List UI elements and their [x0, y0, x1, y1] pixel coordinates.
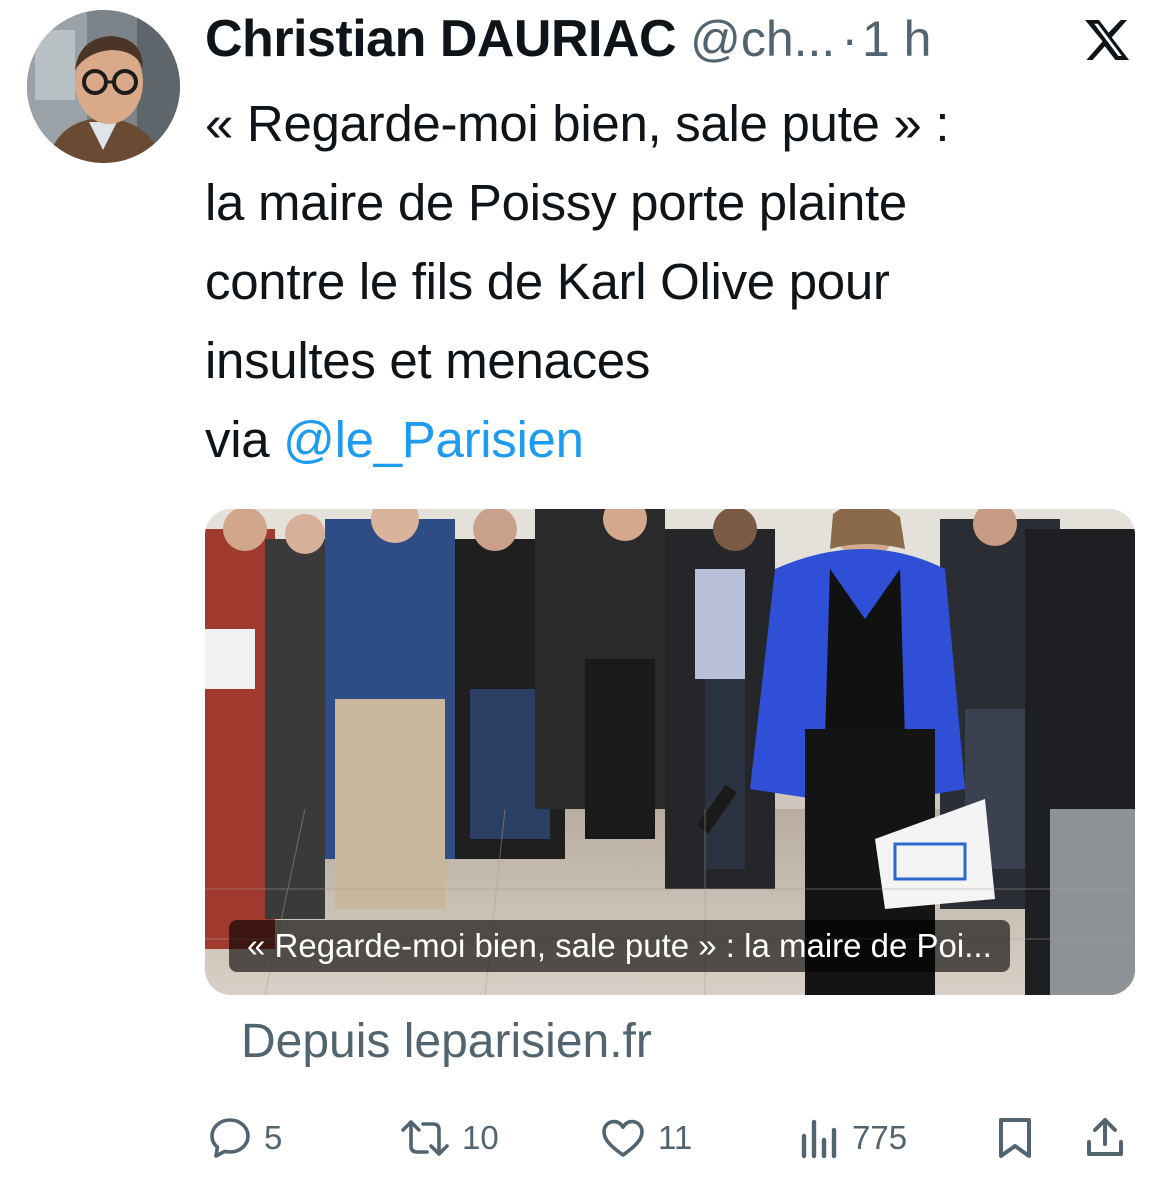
- mention-link[interactable]: @le_Parisien: [283, 411, 584, 468]
- like-button[interactable]: 11: [598, 1108, 692, 1168]
- tweet-line: la maire de Poissy porte plainte: [205, 174, 907, 231]
- separator-dot: ·: [841, 11, 858, 67]
- views-button[interactable]: 775: [798, 1108, 907, 1168]
- card-source[interactable]: Depuis leparisien.fr: [241, 1010, 652, 1074]
- like-count: 11: [658, 1119, 693, 1156]
- bookmark-button[interactable]: [993, 1108, 1037, 1168]
- author-handle[interactable]: @ch...: [690, 10, 835, 68]
- tweet-line: contre le fils de Karl Olive pour: [205, 253, 890, 310]
- repost-button[interactable]: 10: [398, 1108, 499, 1168]
- avatar-photo: [27, 10, 180, 163]
- card-caption: « Regarde-moi bien, sale pute » : la mai…: [229, 920, 1010, 972]
- link-card[interactable]: « Regarde-moi bien, sale pute » : la mai…: [205, 509, 1135, 995]
- tweet-text: « Regarde-moi bien, sale pute » : la mai…: [205, 84, 1135, 479]
- views-count: 775: [852, 1119, 908, 1156]
- views-icon: [801, 1119, 837, 1159]
- bookmark-icon: [999, 1118, 1031, 1158]
- reply-button[interactable]: 5: [206, 1108, 282, 1168]
- tweet-header: Christian DAURIAC @ch... · 1 h: [205, 6, 1139, 72]
- action-bar: 5 10 11 775: [0, 1108, 1163, 1168]
- author-name[interactable]: Christian DAURIAC: [205, 9, 677, 69]
- repost-count: 10: [462, 1119, 499, 1156]
- reply-icon: [210, 1118, 250, 1158]
- tweet-time[interactable]: 1 h: [862, 10, 932, 68]
- via-prefix: via: [205, 411, 284, 468]
- share-button[interactable]: [1083, 1108, 1127, 1168]
- tweet-line: « Regarde-moi bien, sale pute » :: [205, 95, 950, 152]
- repost-icon: [401, 1120, 449, 1156]
- like-icon: [602, 1119, 644, 1157]
- tweet-line: insultes et menaces: [205, 332, 651, 389]
- avatar[interactable]: [27, 10, 180, 163]
- share-icon: [1087, 1118, 1123, 1156]
- reply-count: 5: [264, 1119, 283, 1156]
- tweet-via-line: via @le_Parisien: [205, 400, 1135, 479]
- x-logo-icon: [1085, 20, 1129, 60]
